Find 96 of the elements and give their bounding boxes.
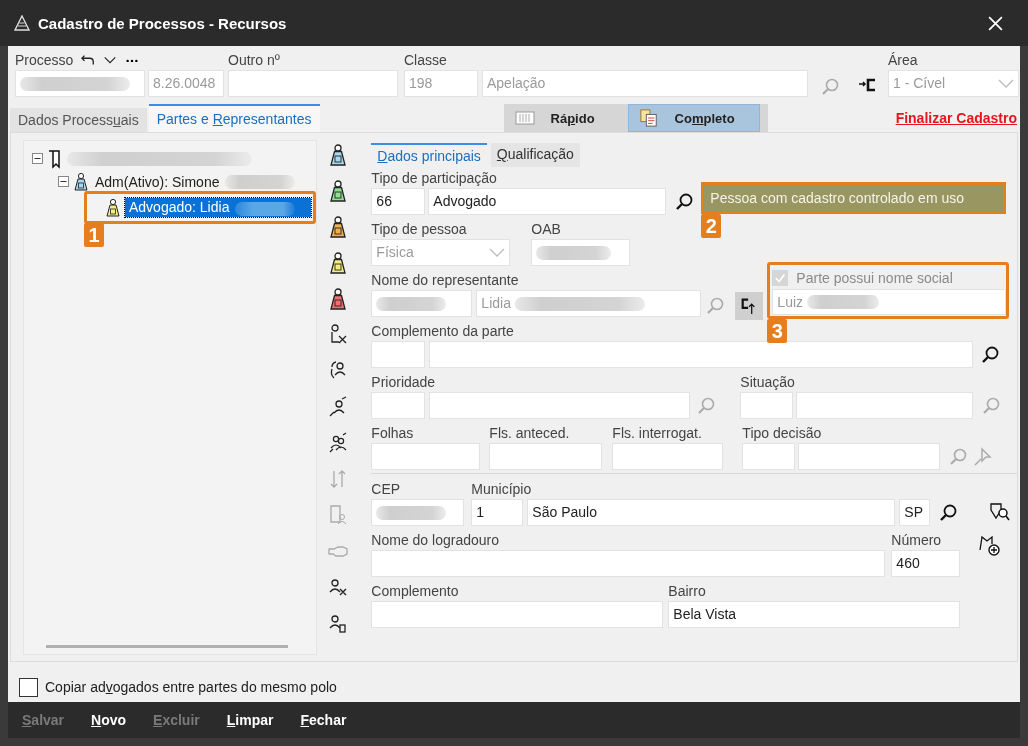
collapse-icon[interactable] <box>58 176 69 187</box>
search-icon[interactable] <box>674 192 695 212</box>
field-label: Tipo decisão <box>742 424 822 443</box>
input-field[interactable] <box>740 392 794 419</box>
input-field[interactable] <box>796 392 974 419</box>
field-label: Folhas <box>371 424 414 443</box>
checkbox[interactable] <box>19 677 38 697</box>
field-label: Nome do logradouro <box>371 531 499 550</box>
input-field[interactable] <box>429 341 974 368</box>
checkbox-label: Parte possui nome social <box>796 269 953 286</box>
tree-item[interactable]: Adm(Ativo): Simone <box>93 173 222 190</box>
footer-button[interactable]: Limpar <box>218 712 282 728</box>
input-field[interactable]: São Paulo <box>527 499 896 526</box>
field-label: Processo <box>15 51 74 70</box>
chevron-down-icon <box>489 247 506 258</box>
person-icon[interactable] <box>328 215 348 239</box>
input-field[interactable] <box>489 443 603 470</box>
input-field[interactable] <box>429 392 691 419</box>
field-label: Tipo de participação <box>371 169 497 188</box>
process-number-field[interactable] <box>15 70 145 97</box>
tree-item[interactable]: Advogado: Lidia <box>125 198 311 217</box>
person-icon[interactable] <box>328 251 348 275</box>
input-field[interactable] <box>371 290 473 317</box>
tab[interactable]: Partes e Representantes <box>148 104 320 132</box>
search-icon[interactable] <box>938 503 959 523</box>
field-label: Número <box>891 531 942 550</box>
field-label: Fls. interrogat. <box>612 424 702 443</box>
field-label: Nome do representante <box>371 271 519 290</box>
field-label: Situação <box>740 373 795 392</box>
input-field[interactable]: 1 <box>471 499 524 526</box>
input-field[interactable]: Advogado <box>428 188 667 215</box>
footer-button[interactable]: Fechar <box>292 712 355 728</box>
callout-number: 1 <box>84 223 104 247</box>
field-label: OAB <box>531 220 561 239</box>
input-field[interactable] <box>612 443 724 470</box>
field-label: Município <box>471 480 532 499</box>
keyboard-icon <box>514 109 535 127</box>
person-icon[interactable] <box>328 143 348 167</box>
close-icon[interactable] <box>987 14 1004 32</box>
field-value: Luiz <box>777 292 804 312</box>
view-mode-button[interactable]: Completo <box>627 104 760 132</box>
finalize-link[interactable]: Finalizar Cadastro <box>895 110 1017 126</box>
checkbox-label: Copiar advogados entre partes do mesmo polo <box>45 679 337 695</box>
person-arrows-icon[interactable] <box>328 395 348 419</box>
field-label: CEP <box>371 480 401 499</box>
field-label: Classe <box>404 51 447 70</box>
people-arrows-icon[interactable] <box>328 431 348 455</box>
dock-up-button[interactable] <box>735 292 764 320</box>
field-label: Área <box>888 51 918 70</box>
dock-icon[interactable] <box>858 78 878 94</box>
field-label: Bairro <box>668 582 706 601</box>
input-field[interactable] <box>371 499 465 526</box>
status-badge: Pessoa com cadastro controlado em uso <box>701 182 1007 214</box>
blurred-text <box>376 505 447 520</box>
field-label: Complemento <box>371 582 459 601</box>
person-icon <box>73 171 89 192</box>
input-field[interactable] <box>371 601 664 628</box>
input-field[interactable] <box>371 550 886 577</box>
input-field[interactable] <box>371 392 426 419</box>
footer-button[interactable]: Novo <box>83 712 135 728</box>
input-field[interactable]: 66 <box>371 188 426 215</box>
input-field[interactable] <box>531 239 631 266</box>
chevron-down-icon <box>998 78 1014 89</box>
tab[interactable]: Qualificação <box>490 143 580 167</box>
collapse-icon[interactable] <box>32 153 43 164</box>
search-icon[interactable] <box>980 345 1001 365</box>
input-field[interactable] <box>371 443 481 470</box>
other-number-field[interactable] <box>228 70 398 97</box>
callout-number: 3 <box>767 319 788 343</box>
field-label: Tipo de pessoa <box>371 220 467 239</box>
input-field[interactable] <box>371 341 426 368</box>
field-label: Outro nº <box>228 51 280 70</box>
field-label: Fls. anteced. <box>489 424 570 443</box>
person-icon <box>105 197 121 218</box>
person-icon[interactable] <box>328 179 348 203</box>
undo-icon[interactable] <box>81 53 96 67</box>
input-field[interactable]: 460 <box>891 550 961 577</box>
field-label: Complemento da parte <box>371 322 514 341</box>
tab[interactable]: Dados principais <box>371 143 487 167</box>
clipboard-icon <box>638 109 659 127</box>
view-mode-button[interactable]: Rápido <box>503 104 620 132</box>
callout-number: 2 <box>701 214 722 238</box>
window-title: Cadastro de Processos - Recursos <box>38 14 288 32</box>
map-add-icon[interactable] <box>979 534 1002 556</box>
document-person-icon[interactable] <box>328 503 348 527</box>
input-field[interactable] <box>798 443 941 470</box>
input-field[interactable]: SP <box>899 499 931 526</box>
map-pin-search-icon[interactable] <box>988 501 1011 523</box>
blurred-text <box>376 296 447 311</box>
field-value: Lidia <box>481 294 511 313</box>
tab[interactable]: Dados Processuais <box>10 108 147 132</box>
app-icon <box>14 15 30 31</box>
person-icon[interactable] <box>328 287 348 311</box>
field-label: Prioridade <box>371 373 436 392</box>
input-field[interactable]: Bela Vista <box>668 601 961 628</box>
input-field[interactable] <box>742 443 796 470</box>
